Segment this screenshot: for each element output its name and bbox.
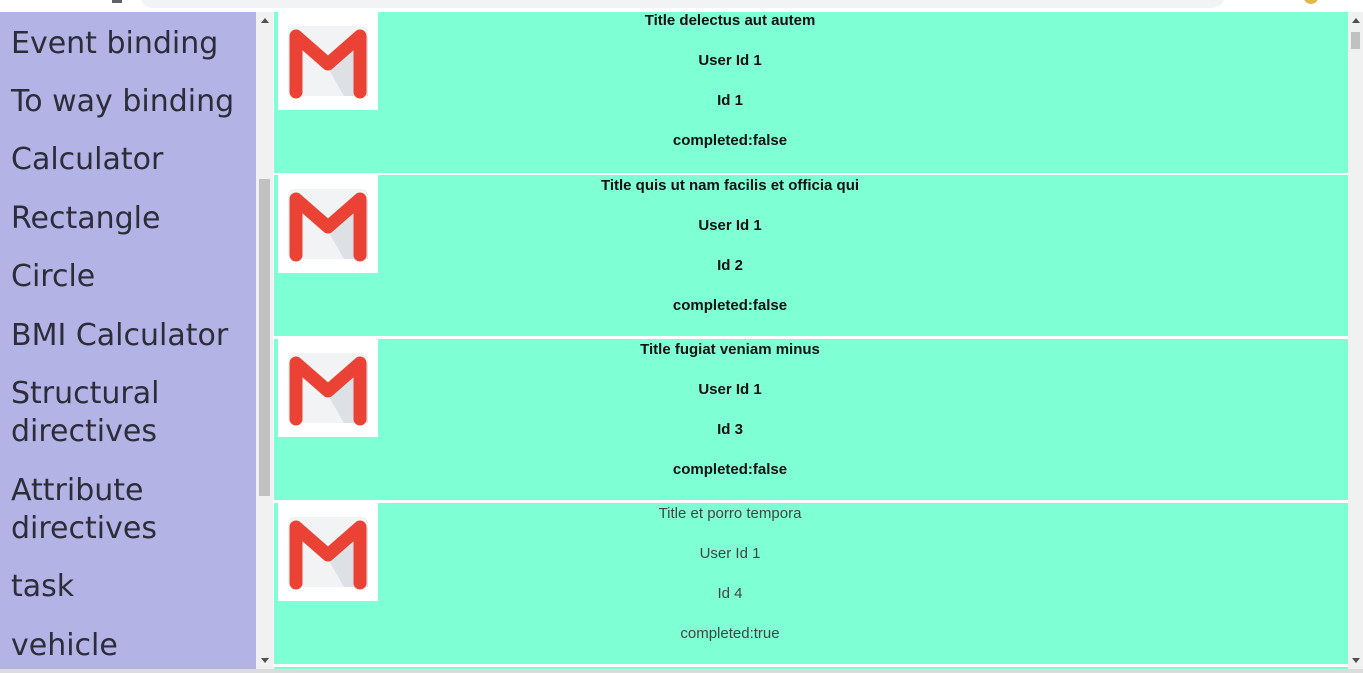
todo-completed: completed:false — [672, 132, 788, 149]
todo-id: Id 1 — [717, 92, 743, 109]
todo-list: Title delectus aut autem User Id 1 Id 1 … — [274, 12, 1348, 669]
scroll-up-arrow-icon[interactable] — [261, 18, 269, 23]
todo-title: Title et porro tempora — [658, 505, 802, 522]
sidebar-item-rectangle[interactable]: Rectangle — [11, 200, 251, 238]
todo-user-id: User Id 1 — [698, 381, 762, 398]
content-scrollbar[interactable] — [1348, 12, 1363, 669]
sidebar-item-circle[interactable]: Circle — [11, 258, 251, 296]
scrollbar-thumb[interactable] — [259, 179, 270, 496]
sidebar-item-bmi-calculator[interactable]: BMI Calculator — [11, 317, 251, 355]
sidebar-item-vehicle[interactable]: vehicle — [11, 627, 251, 665]
scroll-down-arrow-icon[interactable] — [261, 658, 269, 663]
sidebar-item-event-binding[interactable]: Event binding — [11, 25, 251, 63]
todo-completed: completed:true — [680, 625, 780, 642]
todo-title: Title fugiat veniam minus — [640, 341, 820, 358]
horizontal-scrollbar[interactable] — [0, 669, 1363, 673]
todo-title: Title delectus aut autem — [644, 12, 816, 29]
todo-card: Title fugiat veniam minus User Id 1 Id 3… — [274, 339, 1348, 500]
todo-user-id: User Id 1 — [698, 52, 762, 69]
sidebar-item-structural-directives[interactable]: Structural directives — [11, 375, 191, 451]
todo-card: Title delectus aut autem User Id 1 Id 1 … — [274, 12, 1348, 173]
sidebar-nav: Event binding To way binding Calculator … — [0, 12, 256, 669]
sidebar-item-two-way-binding[interactable]: To way binding — [11, 83, 251, 121]
scroll-up-arrow-icon[interactable] — [1352, 18, 1360, 23]
todo-title: Title quis ut nam facilis et officia qui — [600, 177, 860, 194]
todo-id: Id 3 — [717, 421, 743, 438]
sidebar-scrollbar[interactable] — [256, 12, 273, 669]
browser-top-strip — [0, 0, 1363, 12]
scrollbar-thumb[interactable] — [1351, 32, 1360, 49]
sidebar-item-attribute-directives[interactable]: Attribute directives — [11, 472, 191, 548]
todo-user-id: User Id 1 — [699, 545, 761, 562]
todo-completed: completed:false — [672, 461, 788, 478]
sidebar-item-calculator[interactable]: Calculator — [11, 141, 251, 179]
todo-completed: completed:false — [672, 297, 788, 314]
page-icon — [112, 0, 122, 3]
todo-user-id: User Id 1 — [698, 217, 762, 234]
scroll-down-arrow-icon[interactable] — [1352, 658, 1360, 663]
todo-card: Title et porro tempora User Id 1 Id 4 co… — [274, 503, 1348, 664]
todo-card: Title quis ut nam facilis et officia qui… — [274, 175, 1348, 336]
extension-icon[interactable] — [1304, 0, 1318, 4]
sidebar-item-task[interactable]: task — [11, 568, 251, 606]
todo-id: Id 4 — [717, 585, 743, 602]
todo-id: Id 2 — [717, 257, 743, 274]
address-bar[interactable] — [140, 0, 1225, 8]
